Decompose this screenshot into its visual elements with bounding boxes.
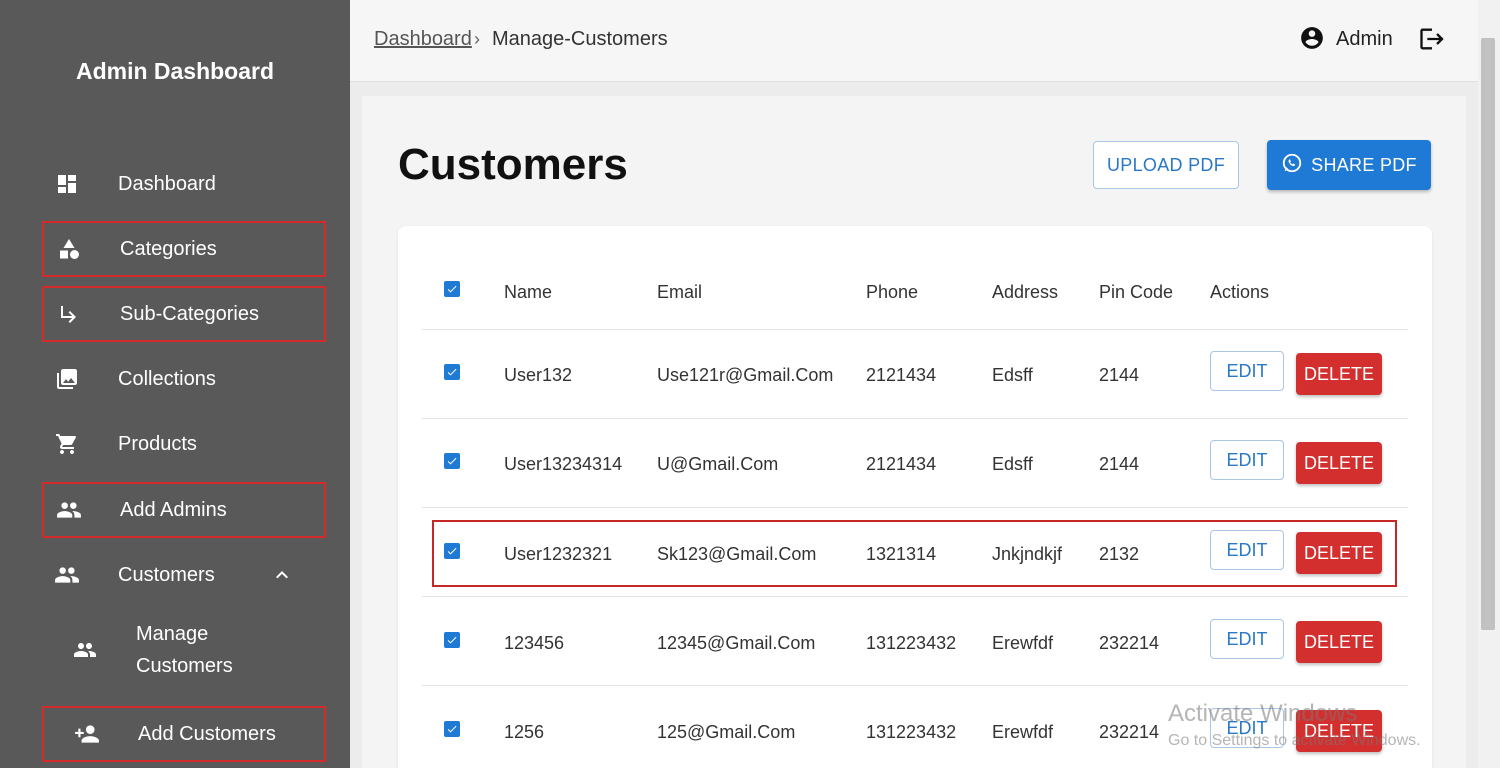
row-checkbox[interactable] [444, 721, 460, 737]
column-header-phone: Phone [866, 282, 919, 302]
sidebar-item-label: Add Customers [138, 722, 276, 745]
customers-table: Name Email Phone Address Pin Code Action… [398, 226, 1432, 768]
row-checkbox[interactable] [444, 453, 460, 469]
cell-pin-code: 2144 [1099, 365, 1140, 385]
sidebar-item-label: Dashboard [118, 172, 216, 195]
table-header-row: Name Email Phone Address Pin Code Action… [422, 226, 1408, 330]
sidebar-item-manage-customers[interactable]: Manage Customers [42, 614, 326, 686]
breadcrumb-dashboard-link[interactable]: Dashboard [374, 28, 472, 51]
column-header-actions: Actions [1210, 282, 1270, 302]
account-circle-icon[interactable] [1299, 25, 1325, 51]
table-row: User132 Use121r@Gmail.Com 2121434 Edsff … [422, 330, 1408, 419]
watermark-title: Activate Windows [1168, 700, 1358, 727]
category-icon [56, 236, 82, 262]
sidebar-item-customers[interactable]: Customers [42, 547, 326, 603]
sidebar-item-products[interactable]: Products [42, 416, 326, 472]
cell-email: 12345@Gmail.Com [657, 633, 816, 653]
cell-address: Jnkjndkjf [992, 544, 1063, 564]
sidebar-item-label: Categories [120, 237, 217, 260]
people-icon [56, 497, 82, 523]
main-content: Customers UPLOAD PDF SHARE PDF Name Emai… [362, 96, 1466, 768]
sidebar: Admin Dashboard Dashboard Categories Sub… [0, 0, 350, 768]
cell-email: Sk123@Gmail.Com [657, 544, 817, 564]
sidebar-item-label: Add Admins [120, 498, 227, 521]
cell-name: 1256 [504, 722, 545, 742]
column-header-name: Name [504, 282, 553, 302]
sidebar-item-label: Manage Customers [136, 623, 233, 677]
cell-pin-code: 2144 [1099, 454, 1140, 474]
cell-address: Erewfdf [992, 633, 1054, 653]
cell-email: Use121r@Gmail.Com [657, 365, 834, 385]
cell-phone: 131223432 [866, 722, 957, 742]
cell-phone: 2121434 [866, 365, 937, 385]
row-checkbox[interactable] [444, 364, 460, 380]
cell-address: Erewfdf [992, 722, 1054, 742]
cell-name: User13234314 [504, 454, 623, 474]
delete-button[interactable]: DELETE [1296, 532, 1382, 574]
cell-address: Edsff [992, 454, 1033, 474]
cell-pin-code: 232214 [1099, 633, 1160, 653]
cell-pin-code: 2132 [1099, 544, 1140, 564]
cell-phone: 1321314 [866, 544, 937, 564]
row-checkbox[interactable] [444, 543, 460, 559]
people-icon [54, 562, 80, 588]
page-scrollbar[interactable] [1478, 0, 1500, 768]
sidebar-item-categories[interactable]: Categories [42, 221, 326, 277]
collections-icon [54, 366, 80, 392]
cell-phone: 131223432 [866, 633, 957, 653]
edit-button[interactable]: EDIT [1210, 619, 1284, 659]
sidebar-item-collections[interactable]: Collections [42, 351, 326, 407]
table-row: 123456 12345@Gmail.Com 131223432 Erewfdf… [422, 597, 1408, 686]
sidebar-brand: Admin Dashboard [75, 58, 275, 84]
cell-phone: 2121434 [866, 454, 937, 474]
delete-button[interactable]: DELETE [1296, 353, 1382, 395]
cell-name: User132 [504, 365, 573, 385]
cell-name: User1232321 [504, 544, 613, 564]
cell-address: Edsff [992, 365, 1033, 385]
sidebar-item-dashboard[interactable]: Dashboard [42, 156, 326, 212]
activate-windows-watermark: Activate Windows Go to Settings to activ… [1168, 700, 1421, 750]
cell-email: 125@Gmail.Com [657, 722, 796, 742]
breadcrumb-current: Manage-Customers [492, 28, 668, 50]
column-header-address: Address [992, 282, 1059, 302]
cell-name: 123456 [504, 633, 565, 653]
share-pdf-button[interactable]: SHARE PDF [1267, 140, 1431, 190]
cell-email: U@Gmail.Com [657, 454, 779, 474]
edit-button[interactable]: EDIT [1210, 440, 1284, 480]
edit-button[interactable]: EDIT [1210, 351, 1284, 391]
person-add-icon [74, 721, 100, 747]
upload-pdf-button[interactable]: UPLOAD PDF [1093, 141, 1239, 189]
sidebar-item-label: Products [118, 432, 197, 455]
sidebar-item-label: Customers [118, 563, 215, 586]
sidebar-item-label: Collections [118, 367, 216, 390]
column-header-email: Email [657, 282, 703, 302]
breadcrumb-separator: › [474, 29, 480, 49]
logout-icon[interactable] [1418, 25, 1446, 53]
share-pdf-label: SHARE PDF [1311, 154, 1417, 175]
chevron-up-icon[interactable] [270, 563, 294, 587]
cart-icon [54, 431, 80, 457]
topbar: Dashboard › Manage-Customers Admin [350, 0, 1478, 82]
scrollbar-thumb[interactable] [1481, 38, 1495, 630]
page-title: Customers [398, 140, 628, 189]
sidebar-item-label: Sub-Categories [120, 302, 259, 325]
sidebar-item-add-customers[interactable]: Add Customers [42, 706, 326, 762]
column-header-pin-code: Pin Code [1099, 282, 1174, 302]
people-outline-icon [72, 637, 98, 663]
delete-button[interactable]: DELETE [1296, 621, 1382, 663]
watermark-subtitle: Go to Settings to activate Windows. [1168, 732, 1421, 749]
edit-button[interactable]: EDIT [1210, 530, 1284, 570]
cell-pin-code: 232214 [1099, 722, 1160, 742]
dashboard-icon [54, 171, 80, 197]
delete-button[interactable]: DELETE [1296, 442, 1382, 484]
user-name[interactable]: Admin [1336, 28, 1393, 51]
subdirectory-arrow-icon [56, 301, 82, 327]
row-checkbox[interactable] [444, 632, 460, 648]
table-row: User13234314 U@Gmail.Com 2121434 Edsff 2… [422, 419, 1408, 508]
sidebar-item-sub-categories[interactable]: Sub-Categories [42, 286, 326, 342]
select-all-checkbox[interactable] [444, 281, 460, 297]
table-row: User1232321 Sk123@Gmail.Com 1321314 Jnkj… [422, 508, 1408, 597]
whatsapp-icon [1281, 152, 1303, 179]
sidebar-item-add-admins[interactable]: Add Admins [42, 482, 326, 538]
